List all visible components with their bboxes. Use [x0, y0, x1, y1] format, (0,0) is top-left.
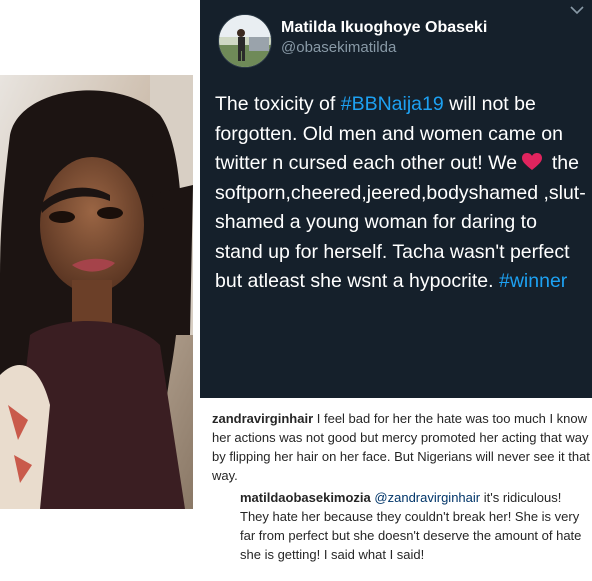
tweet-author-name[interactable]: Matilda Ikuoghoye Obaseki	[281, 19, 487, 37]
reply-mention[interactable]: @zandravirginhair	[374, 490, 480, 505]
tweet-text-part-1: The toxicity of	[215, 93, 341, 115]
comment: zandravirginhair I feel bad for her the …	[200, 409, 590, 485]
hashtag-bbnaija19[interactable]: #BBNaija19	[341, 93, 444, 115]
tweet-author-handle[interactable]: @obasekimatilda	[281, 39, 396, 56]
tweet-card[interactable]: Matilda Ikuoghoye Obaseki @obasekimatild…	[200, 0, 592, 398]
hashtag-winner[interactable]: #winner	[499, 270, 567, 292]
tweet-text: The toxicity of #BBNaija19 will not be f…	[215, 90, 587, 297]
comment-section: zandravirginhair I feel bad for her the …	[200, 409, 590, 564]
comment-username[interactable]: zandravirginhair	[212, 411, 313, 426]
heart-icon	[522, 151, 543, 170]
tweet-avatar[interactable]	[218, 14, 272, 68]
reply-username[interactable]: matildaobasekimozia	[240, 490, 371, 505]
profile-photo	[0, 75, 193, 509]
comment-reply: matildaobasekimozia @zandravirginhair it…	[200, 488, 590, 564]
chevron-down-icon[interactable]	[570, 2, 584, 20]
